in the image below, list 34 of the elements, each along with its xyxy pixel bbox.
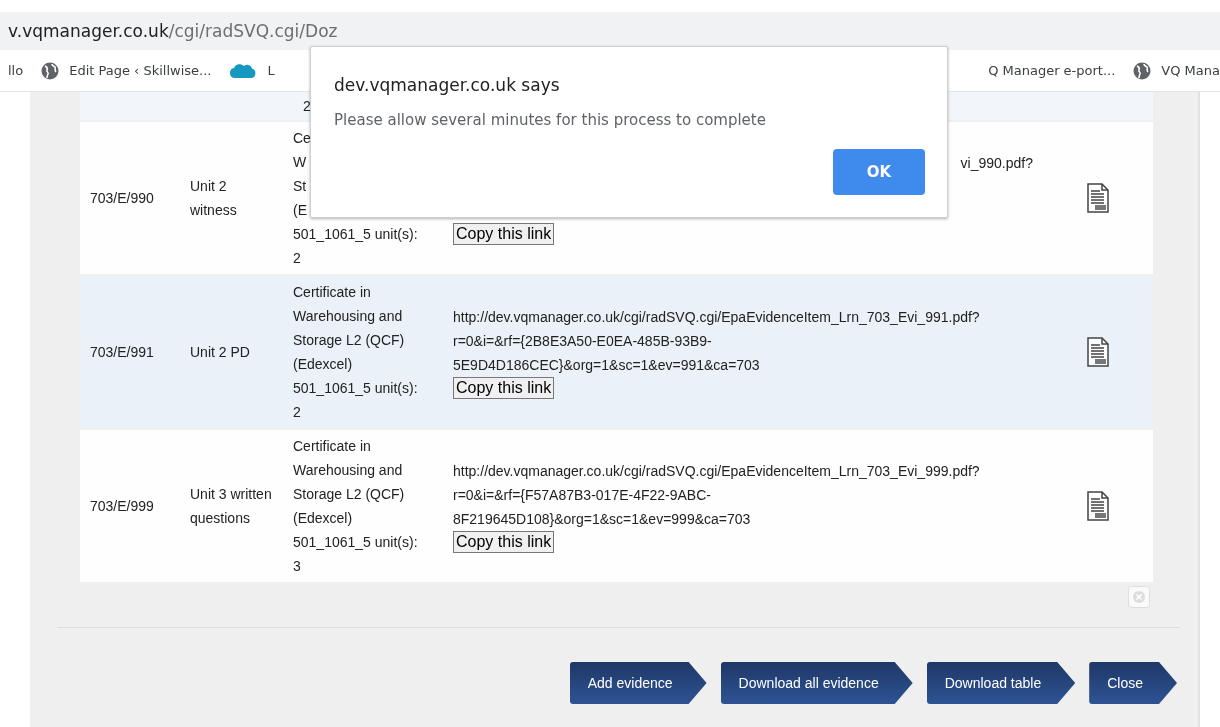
table-cell-text: Unit 2 PD [189, 343, 251, 362]
table-cell-text: Certificate in Warehousing and Storage L2 (QCF) (Edexcel) 501_1061_5 unit(s): 3 [293, 437, 419, 576]
bookmark[interactable]: VQ Mana [1133, 61, 1220, 80]
link-text: http://dev.vqmanager.co.uk/cgi/radSVQ.cgi/EpaEvidenceItem_Lrn_703_Evi_999.pdf? r=0&i=&rf={F57A87B3-017E-4F22-9ABC- 8F219645D108}&org=1&sc=1&ev=999&ca=703 [453, 462, 980, 529]
table-cell-text: Unit 2 witness [189, 177, 238, 220]
pdf-document-icon[interactable] [1086, 491, 1110, 521]
bookmark[interactable]: llo [8, 63, 24, 78]
bookmark[interactable]: L [229, 61, 275, 80]
table-cell-text: 703/E/990 [89, 189, 155, 208]
copy-link-button[interactable]: Copy this link [453, 377, 555, 399]
action-button[interactable]: Download table [926, 662, 1076, 704]
table-cell-text: Certificate in Warehousing and Storage L2 (QCF) (Edexcel) 501_1061_5 unit(s): 2 [293, 283, 419, 422]
globe-icon [41, 61, 60, 80]
dialog-message: Please allow several minutes for this process to complete [334, 111, 767, 129]
bookmark[interactable]: Edit Page ‹ Skillwise... [41, 61, 212, 80]
copy-link-button[interactable]: Copy this link [453, 223, 555, 245]
cloud-icon [229, 61, 258, 80]
pdf-document-icon[interactable] [1086, 183, 1110, 213]
action-button[interactable]: Download all evidence [720, 662, 913, 704]
table-cell-text: Unit 3 written questions [189, 485, 273, 528]
address-bar[interactable]: v.vqmanager.co.uk/cgi/radSVQ.cgi/Doz [0, 12, 1220, 50]
table-cell-text: 703/E/999 [89, 497, 155, 516]
pdf-document-icon[interactable] [1086, 337, 1110, 367]
table-cell-text: 703/E/991 [89, 343, 155, 362]
link-text: http://dev.vqmanager.co.uk/cgi/radSVQ.cgi/EpaEvidenceItem_Lrn_703_Evi_991.pdf? r=0&i=&rf={2B8E3A50-E0EA-485B-93B9- 5E9D4D186CEC}&org=1&sc=1&ev=991&ca=703 [453, 308, 980, 375]
dialog-title: dev.vqmanager.co.uk says [334, 75, 561, 95]
copy-link-button[interactable]: Copy this link [453, 531, 555, 553]
globe-icon [1133, 61, 1152, 80]
action-button[interactable]: Add evidence [569, 662, 707, 704]
action-button[interactable]: Close [1089, 662, 1177, 704]
table-cell-text: 2 [302, 97, 312, 116]
bookmark[interactable]: Q Manager e-port... [988, 63, 1116, 78]
table-cell-text: Ce W St (E 501_1061_5 unit(s): 2 [293, 129, 419, 268]
link-text: vi_990.pdf? [960, 154, 1033, 173]
